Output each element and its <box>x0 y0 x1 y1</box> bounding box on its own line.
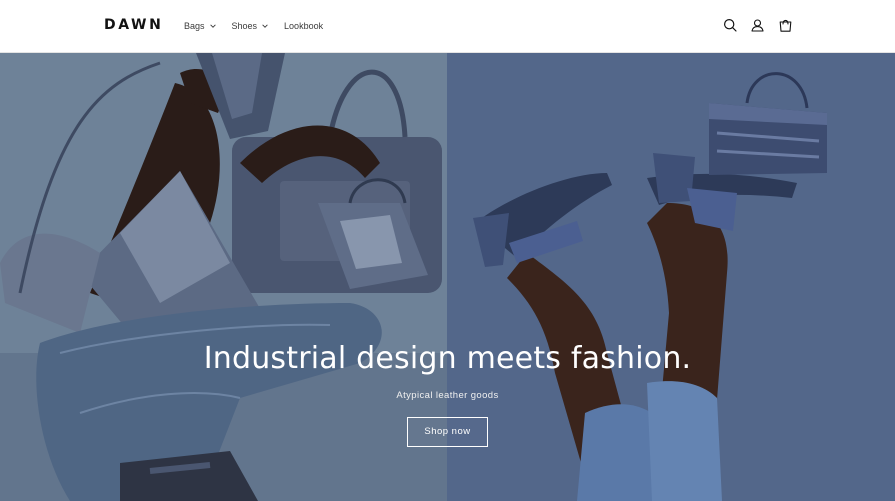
store-logo[interactable]: DAWN <box>104 17 163 33</box>
hero-headline: Industrial design meets fashion. <box>203 341 692 376</box>
nav-item-label: Shoes <box>231 21 258 31</box>
search-icon[interactable] <box>722 17 739 34</box>
nav-item-label: Lookbook <box>284 21 324 31</box>
nav-item-bags[interactable]: Bags <box>184 19 216 33</box>
shop-now-button[interactable]: Shop now <box>407 417 488 447</box>
chevron-down-icon <box>209 23 216 29</box>
site-header: DAWN Bags Shoes Lookbook <box>0 0 895 53</box>
nav-item-lookbook[interactable]: Lookbook <box>284 19 323 33</box>
hero-banner: Industrial design meets fashion. Atypica… <box>0 53 895 501</box>
hero-subheadline: Atypical leather goods <box>396 390 499 401</box>
hero-content: Industrial design meets fashion. Atypica… <box>0 339 895 447</box>
nav-item-shoes[interactable]: Shoes <box>232 19 269 33</box>
cart-icon[interactable] <box>777 17 794 34</box>
nav-item-label: Bags <box>184 21 205 31</box>
account-icon[interactable] <box>749 17 766 34</box>
chevron-down-icon <box>262 23 268 29</box>
main-nav: Bags Shoes Lookbook <box>184 19 339 33</box>
